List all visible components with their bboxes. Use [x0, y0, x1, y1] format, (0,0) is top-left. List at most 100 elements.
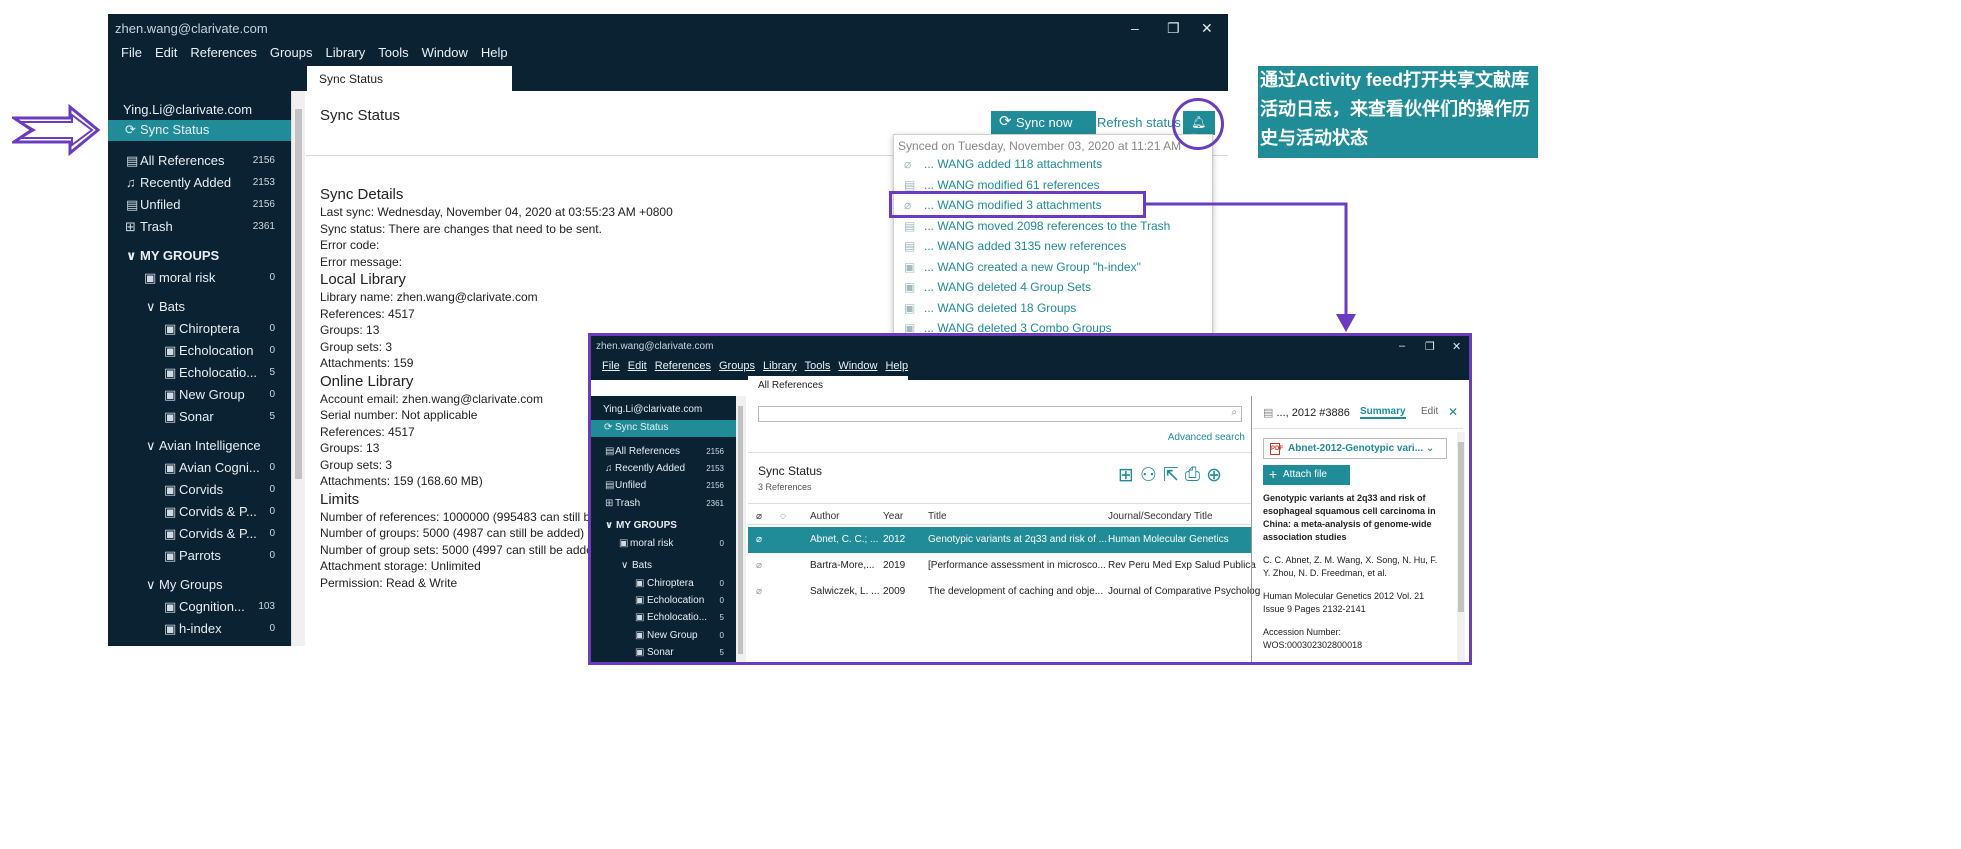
my-groups-header[interactable]: ∨ MY GROUPS	[591, 518, 736, 535]
minimize-button[interactable]: –	[1131, 20, 1139, 36]
sync-now-button[interactable]: ⟳ Sync now	[991, 111, 1096, 135]
activity-item[interactable]: ▣... WANG deleted 18 Groups	[894, 298, 1212, 319]
sidebar-item-echolocation[interactable]: ▣ Echolocation 0	[591, 593, 736, 610]
tab-summary[interactable]: Summary	[1360, 406, 1406, 419]
sidebar-item-recently-added[interactable]: ♫ Recently Added 2153	[108, 173, 291, 194]
menu-edit[interactable]: Edit	[155, 45, 177, 60]
reference-id: ▤ ..., 2012 #3886	[1263, 407, 1350, 419]
pdf-attachment-select[interactable]: PDF Abnet-2012-Genotypic vari... ⌄	[1263, 438, 1447, 459]
menu-tools[interactable]: Tools	[805, 360, 831, 372]
activity-item[interactable]: ▣... WANG deleted 3 Combo Groups	[894, 318, 1212, 333]
menu-help[interactable]: Help	[885, 360, 908, 372]
sidebar-item-h-index[interactable]: ▣ h-index 0	[108, 619, 291, 640]
panel-divider[interactable]	[1251, 396, 1252, 662]
sidebar-item-unfiled[interactable]: ▤ Unfiled 2156	[108, 195, 291, 216]
sidebar-item-unfiled[interactable]: ▤ Unfiled 2156	[591, 478, 736, 495]
find-pdf-icon[interactable]: ⎙	[1185, 464, 1200, 487]
scrollbar-thumb[interactable]	[295, 109, 302, 479]
menu-file[interactable]: File	[121, 45, 142, 60]
menu-groups[interactable]: Groups	[270, 45, 313, 60]
sidebar-item-all-references[interactable]: ▤ All References 2156	[108, 151, 291, 172]
column-year[interactable]: Year	[883, 511, 903, 522]
sidebar-item-sync-status[interactable]: ⟳ Sync Status	[591, 420, 736, 437]
sidebar-item-trash[interactable]: ⊞ Trash 2361	[591, 496, 736, 513]
group-set-avian[interactable]: ∨ Avian Intelligence	[108, 436, 291, 457]
minimize-button[interactable]: –	[1399, 340, 1405, 352]
activity-item[interactable]: ▣... WANG deleted 4 Group Sets	[894, 277, 1212, 298]
activity-item[interactable]: ▤... WANG added 3135 new references	[894, 236, 1212, 257]
table-row[interactable]: ⌀ Abnet, C. C.; ... 2012 Genotypic varia…	[748, 527, 1251, 553]
sidebar-item-trash[interactable]: ⊞ Trash 2361	[108, 217, 291, 238]
sidebar-scrollbar[interactable]	[736, 396, 746, 662]
sidebar-item-corvids-p-2[interactable]: ▣ Corvids & P... 0	[108, 524, 291, 545]
advanced-search-link[interactable]: Advanced search	[1168, 432, 1245, 443]
export-icon[interactable]: ⇱	[1163, 464, 1179, 487]
activity-item[interactable]: ▤... WANG moved 2098 references to the T…	[894, 216, 1212, 237]
menu-window[interactable]: Window	[422, 45, 468, 60]
scrollbar-thumb[interactable]	[738, 406, 743, 654]
activity-item[interactable]: ⌀... WANG added 118 attachments	[894, 154, 1212, 175]
sidebar-item-sonar[interactable]: ▣ Sonar 5	[591, 645, 736, 662]
sidebar-item-corvids-p[interactable]: ▣ Corvids & P... 0	[108, 502, 291, 523]
tab-sync-status[interactable]: Sync Status	[307, 66, 512, 91]
sidebar-item-sonar[interactable]: ▣ Sonar 5	[108, 407, 291, 428]
close-button[interactable]: ✕	[1452, 340, 1461, 353]
menu-file[interactable]: File	[602, 360, 620, 372]
sidebar-item-parrots[interactable]: ▣ Parrots 0	[108, 546, 291, 567]
online-search-icon[interactable]: ⊕	[1206, 464, 1222, 487]
tab-edit[interactable]: Edit	[1421, 406, 1438, 417]
search-input[interactable]: ⌕	[758, 406, 1242, 422]
refresh-status-link[interactable]: Refresh status	[1097, 115, 1181, 130]
sidebar-item-moral-risk[interactable]: ▣ moral risk 0	[591, 536, 736, 553]
table-row[interactable]: ⌀ Salwiczek, L. ... 2009 The development…	[748, 579, 1260, 605]
share-user-icon[interactable]: ⚇	[1140, 464, 1157, 487]
sidebar-item-moral-risk[interactable]: ▣ moral risk 0	[108, 268, 291, 289]
sidebar-item-recently-added[interactable]: ♫ Recently Added 2153	[591, 461, 736, 478]
references-panel: ⌕ Advanced search Sync Status 3 Referenc…	[748, 396, 1260, 662]
sidebar-item-avian-cognition[interactable]: ▣ Avian Cogni... 0	[108, 458, 291, 479]
sidebar-item-corvids[interactable]: ▣ Corvids 0	[108, 480, 291, 501]
scrollbar-thumb[interactable]	[1458, 442, 1464, 612]
activity-item[interactable]: ▣... WANG created a new Group "h-index"	[894, 257, 1212, 278]
sidebar-item-cognition[interactable]: ▣ Cognition... 103	[108, 597, 291, 618]
read-status-column-icon[interactable]: ◌	[780, 511, 786, 522]
restore-button[interactable]: ❐	[1167, 20, 1180, 37]
sidebar-item-sync-status[interactable]: ⟳ Sync Status	[108, 120, 291, 141]
sidebar-item-all-references[interactable]: ▤ All References 2156	[591, 444, 736, 461]
column-journal[interactable]: Journal/Secondary Title	[1108, 511, 1213, 522]
menu-library[interactable]: Library	[763, 360, 797, 372]
table-row[interactable]: ⌀ Bartra-More,... 2019 [Performance asse…	[748, 553, 1256, 579]
sidebar-item-echolocation-2[interactable]: ▣ Echolocatio... 5	[108, 363, 291, 384]
sidebar-item-new-group[interactable]: ▣ New Group 0	[591, 628, 736, 645]
menu-window[interactable]: Window	[838, 360, 877, 372]
menu-groups[interactable]: Groups	[719, 360, 755, 372]
detail-scrollbar[interactable]	[1457, 432, 1465, 662]
menu-references[interactable]: References	[190, 45, 256, 60]
group-set-my-groups[interactable]: ∨ My Groups	[108, 575, 291, 596]
group-set-bats[interactable]: ∨ Bats	[108, 297, 291, 318]
close-icon[interactable]: ✕	[1448, 405, 1458, 419]
sidebar-user[interactable]: Ying.Li@clarivate.com	[108, 100, 291, 121]
add-reference-icon[interactable]: ⊞	[1118, 464, 1134, 487]
column-title[interactable]: Title	[928, 511, 947, 522]
my-groups-header[interactable]: ∨ MY GROUPS	[108, 246, 291, 267]
menu-edit[interactable]: Edit	[628, 360, 647, 372]
sidebar-item-chiroptera[interactable]: ▣ Chiroptera 0	[591, 576, 736, 593]
column-author[interactable]: Author	[810, 511, 839, 522]
sidebar-user[interactable]: Ying.Li@clarivate.com	[591, 402, 736, 419]
menu-references[interactable]: References	[655, 360, 711, 372]
menu-tools[interactable]: Tools	[378, 45, 408, 60]
menu-library[interactable]: Library	[325, 45, 365, 60]
attach-file-button[interactable]: + Attach file	[1263, 465, 1350, 485]
sidebar-item-new-group[interactable]: ▣ New Group 0	[108, 385, 291, 406]
tab-all-references[interactable]: All References	[748, 376, 908, 396]
sidebar-scrollbar[interactable]	[291, 91, 305, 646]
restore-button[interactable]: ❐	[1425, 340, 1435, 353]
sidebar-item-echolocation[interactable]: ▣ Echolocation 0	[108, 341, 291, 362]
group-set-bats[interactable]: ∨ Bats	[591, 558, 736, 575]
attachment-column-icon[interactable]: ⌀	[756, 511, 762, 522]
menu-help[interactable]: Help	[481, 45, 508, 60]
sidebar-item-echolocation-2[interactable]: ▣ Echolocatio... 5	[591, 610, 736, 627]
close-button[interactable]: ✕	[1201, 20, 1213, 37]
sidebar-item-chiroptera[interactable]: ▣ Chiroptera 0	[108, 319, 291, 340]
